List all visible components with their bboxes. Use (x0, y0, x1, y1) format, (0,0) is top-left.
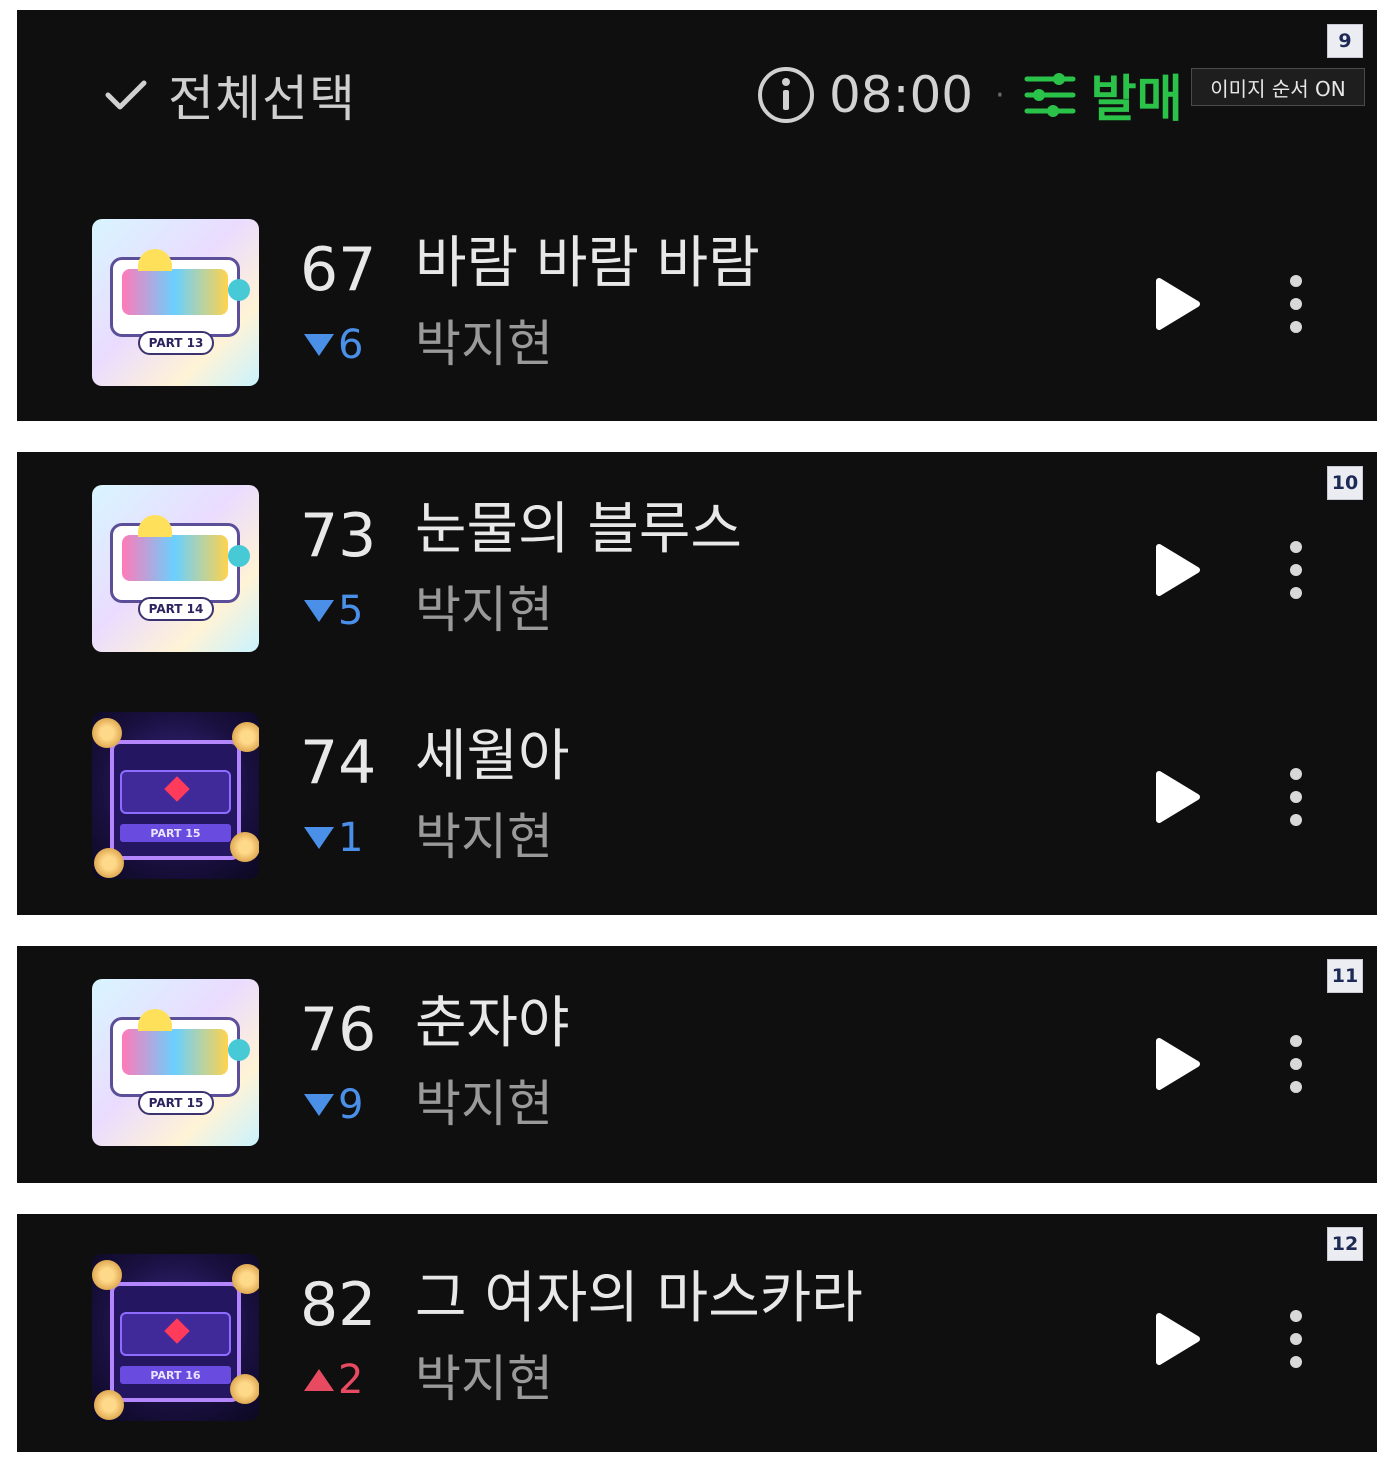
song-row[interactable]: PART 16 82 그 여자의 마스카라 2 박지현 (17, 1254, 1377, 1424)
rank-change-value: 2 (338, 1357, 364, 1403)
song-row[interactable]: PART 15 76 춘자야 9 박지현 (17, 979, 1377, 1149)
sliders-icon[interactable] (1023, 71, 1077, 119)
more-vertical-icon[interactable] (1281, 271, 1311, 337)
triangle-down-icon (304, 334, 334, 356)
rank-change-value: 1 (338, 815, 364, 861)
chart-panel: 10 PART 14 73 눈물의 블루스 5 박지현 PART 15 74 세… (17, 452, 1377, 915)
sort-option-label[interactable]: 발매 (1091, 59, 1183, 131)
song-row[interactable]: PART 13 67 바람 바람 바람 6 박지현 (17, 219, 1377, 389)
rank-change: 2 (304, 1352, 363, 1408)
more-vertical-icon[interactable] (1281, 1306, 1311, 1372)
album-art[interactable]: PART 14 (92, 485, 259, 652)
rank-number: 82 (300, 1270, 377, 1340)
chart-panel: 9 전체선택 08:00 · 발매 이미지 순서 ON PART 13 67 바… (17, 10, 1377, 421)
check-icon (105, 80, 147, 110)
chart-toolbar: 08:00 · 발매 (757, 60, 1183, 130)
album-art[interactable]: PART 16 (92, 1254, 259, 1421)
rank-change: 5 (304, 583, 363, 639)
play-icon[interactable] (1153, 1035, 1203, 1093)
select-all-button[interactable]: 전체선택 (102, 60, 356, 130)
info-icon[interactable] (757, 66, 815, 124)
album-art[interactable]: PART 15 (92, 712, 259, 879)
song-row[interactable]: PART 15 74 세월아 1 박지현 (17, 712, 1377, 882)
chart-panel: 12 PART 16 82 그 여자의 마스카라 2 박지현 (17, 1214, 1377, 1452)
rank-change: 1 (304, 810, 363, 866)
song-title[interactable]: 눈물의 블루스 (415, 495, 742, 565)
rank-change-value: 5 (338, 588, 364, 634)
rank-change: 9 (304, 1077, 363, 1133)
artist-name[interactable]: 박지현 (415, 577, 553, 643)
page-number-badge: 9 (1327, 24, 1363, 58)
album-art[interactable]: PART 15 (92, 979, 259, 1146)
chart-time: 08:00 (829, 66, 974, 124)
play-icon[interactable] (1153, 541, 1203, 599)
image-order-tooltip: 이미지 순서 ON (1191, 68, 1365, 106)
rank-number: 76 (300, 995, 377, 1065)
song-row[interactable]: PART 14 73 눈물의 블루스 5 박지현 (17, 485, 1377, 655)
more-vertical-icon[interactable] (1281, 764, 1311, 830)
chart-panel: 11 PART 15 76 춘자야 9 박지현 (17, 946, 1377, 1183)
triangle-up-icon (304, 1369, 334, 1391)
rank-number: 73 (300, 501, 377, 571)
rank-change: 6 (304, 317, 363, 373)
artist-name[interactable]: 박지현 (415, 1071, 553, 1137)
triangle-down-icon (304, 827, 334, 849)
triangle-down-icon (304, 1094, 334, 1116)
select-all-label: 전체선택 (168, 70, 356, 128)
song-title[interactable]: 세월아 (415, 722, 570, 792)
rank-change-value: 6 (338, 322, 364, 368)
separator-dot: · (995, 77, 1005, 113)
play-icon[interactable] (1153, 275, 1203, 333)
album-art[interactable]: PART 13 (92, 219, 259, 386)
song-title[interactable]: 춘자야 (415, 989, 570, 1059)
triangle-down-icon (304, 600, 334, 622)
artist-name[interactable]: 박지현 (415, 1346, 553, 1412)
song-title[interactable]: 그 여자의 마스카라 (415, 1264, 863, 1334)
rank-change-value: 9 (338, 1082, 364, 1128)
rank-number: 67 (300, 235, 377, 305)
artist-name[interactable]: 박지현 (415, 311, 553, 377)
song-title[interactable]: 바람 바람 바람 (415, 229, 760, 299)
play-icon[interactable] (1153, 768, 1203, 826)
play-icon[interactable] (1153, 1310, 1203, 1368)
more-vertical-icon[interactable] (1281, 1031, 1311, 1097)
rank-number: 74 (300, 728, 377, 798)
artist-name[interactable]: 박지현 (415, 804, 553, 870)
more-vertical-icon[interactable] (1281, 537, 1311, 603)
